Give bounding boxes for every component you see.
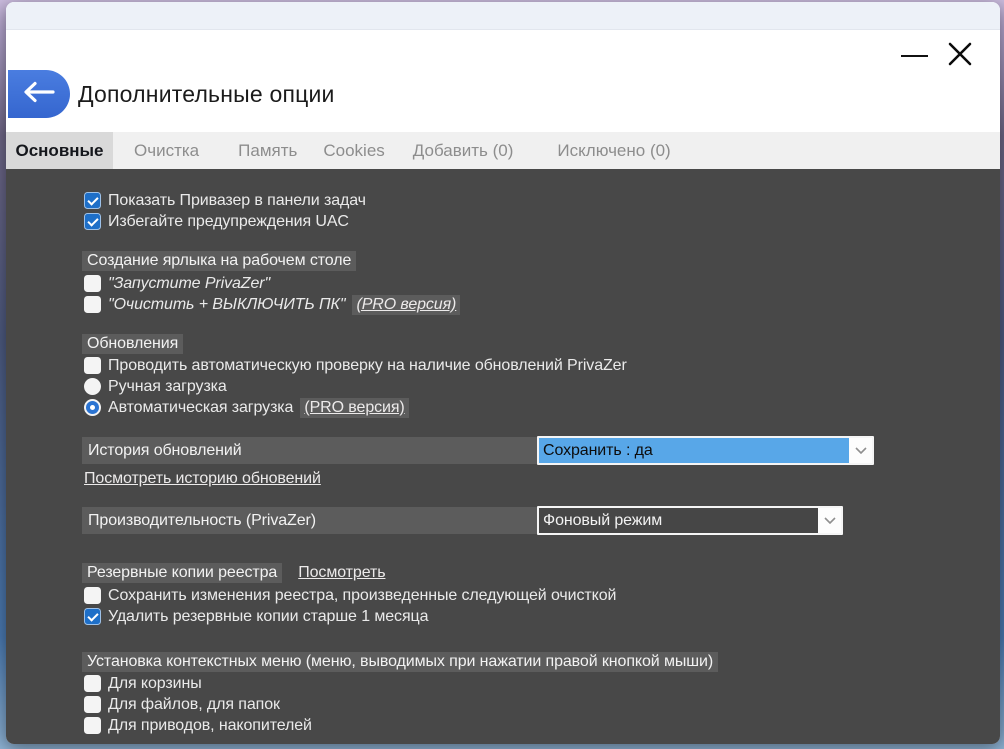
checkbox-checked-icon[interactable]: [84, 213, 101, 230]
radio-unselected-icon[interactable]: [84, 378, 101, 395]
chevron-down-icon[interactable]: [818, 508, 841, 533]
view-update-history-row: Посмотреть историю обновений: [84, 468, 1000, 489]
option-auto-check-updates[interactable]: Проводить автоматическую проверку на нал…: [84, 355, 1000, 376]
checkbox-unchecked-icon[interactable]: [84, 696, 101, 713]
section-title: Обновления: [82, 334, 183, 354]
option-delete-old-backups[interactable]: Удалить резервные копии старше 1 месяца: [84, 606, 1000, 627]
checkbox-unchecked-icon[interactable]: [84, 296, 101, 313]
view-update-history-link[interactable]: Посмотреть историю обновений: [84, 470, 321, 488]
dropdown-selected-value: Сохранить : да: [539, 438, 849, 463]
option-save-registry-changes[interactable]: Сохранить изменения реестра, произведенн…: [84, 585, 1000, 606]
tab-bar: Основные Очистка Память Cookies Добавить…: [6, 132, 1000, 169]
performance-row: Производительность (PrivaZer) Фоновый ре…: [82, 506, 1000, 535]
option-label: Для файлов, для папок: [108, 696, 280, 714]
pro-version-link[interactable]: (PRO версия): [352, 295, 460, 315]
options-panel: Показать Привазер в панели задач Избегай…: [6, 169, 1000, 744]
performance-label: Производительность (PrivaZer): [82, 507, 537, 534]
back-button[interactable]: [8, 70, 70, 118]
option-label: Для корзины: [108, 675, 202, 693]
option-label: "Очистить + ВЫКЛЮЧИТЬ ПК": [108, 296, 345, 314]
section-updates-header: Обновления: [82, 334, 1000, 354]
back-arrow-icon: [20, 79, 58, 110]
radio-selected-icon[interactable]: [84, 399, 101, 416]
close-button[interactable]: [938, 34, 982, 78]
tab-cookies[interactable]: Cookies: [310, 132, 397, 169]
option-label: Удалить резервные копии старше 1 месяца: [108, 608, 428, 626]
header: Дополнительные опции: [6, 30, 1000, 132]
update-history-dropdown[interactable]: Сохранить : да: [537, 436, 874, 465]
option-label: Сохранить изменения реестра, произведенн…: [108, 587, 616, 605]
option-launch-privazer-shortcut[interactable]: "Запустите PrivaZer": [84, 273, 1000, 294]
tab-ochistka[interactable]: Очистка: [121, 132, 212, 169]
checkbox-unchecked-icon[interactable]: [84, 717, 101, 734]
privazer-options-window: Дополнительные опции Основные Очистка Па…: [6, 2, 1000, 744]
checkbox-unchecked-icon[interactable]: [84, 587, 101, 604]
tab-osnovnye[interactable]: Основные: [6, 132, 113, 169]
option-label: Показать Привазер в панели задач: [108, 192, 366, 210]
tab-pamyat[interactable]: Память: [225, 132, 310, 169]
section-title: Установка контекстных меню (меню, выводи…: [82, 652, 718, 672]
update-history-row: История обновлений Сохранить : да: [82, 436, 1000, 465]
option-label: Для приводов, накопителей: [108, 717, 312, 735]
window-titlebar: [6, 2, 1000, 30]
option-context-files-folders[interactable]: Для файлов, для папок: [84, 694, 1000, 715]
radio-manual-download[interactable]: Ручная загрузка: [84, 376, 1000, 397]
option-label: "Запустите PrivaZer": [108, 275, 270, 293]
option-label: Проводить автоматическую проверку на нал…: [108, 357, 627, 375]
checkbox-unchecked-icon[interactable]: [84, 675, 101, 692]
checkbox-checked-icon[interactable]: [84, 608, 101, 625]
pro-version-link[interactable]: (PRO версия): [300, 398, 408, 418]
checkbox-unchecked-icon[interactable]: [84, 275, 101, 292]
section-context-menu-header: Установка контекстных меню (меню, выводи…: [82, 652, 1000, 672]
chevron-down-icon[interactable]: [849, 438, 872, 463]
section-registry-header: Резервные копии реестра Посмотреть: [82, 563, 1000, 583]
option-label: Ручная загрузка: [108, 378, 227, 396]
view-registry-backups-link[interactable]: Посмотреть: [298, 564, 385, 582]
option-label: Избегайте предупреждения UAC: [108, 213, 349, 231]
option-avoid-uac[interactable]: Избегайте предупреждения UAC: [84, 211, 1000, 232]
page-title: Дополнительные опции: [78, 81, 335, 108]
close-icon: [945, 39, 975, 74]
dropdown-selected-value: Фоновый режим: [539, 508, 818, 533]
option-context-drives[interactable]: Для приводов, накопителей: [84, 715, 1000, 736]
tab-dobavit[interactable]: Добавить (0): [400, 132, 527, 169]
section-title: Создание ярлыка на рабочем столе: [82, 251, 356, 271]
tab-isklyucheno[interactable]: Исключено (0): [544, 132, 683, 169]
option-clean-shutdown-shortcut[interactable]: "Очистить + ВЫКЛЮЧИТЬ ПК" (PRO версия): [84, 294, 1000, 315]
update-history-label: История обновлений: [82, 437, 537, 464]
option-show-in-taskbar[interactable]: Показать Привазер в панели задач: [84, 190, 1000, 211]
option-context-recycle-bin[interactable]: Для корзины: [84, 673, 1000, 694]
minimize-icon: [901, 55, 928, 57]
section-shortcut-header: Создание ярлыка на рабочем столе: [82, 251, 1000, 271]
section-title: Резервные копии реестра: [82, 563, 282, 583]
minimize-button[interactable]: [894, 40, 934, 72]
checkbox-checked-icon[interactable]: [84, 192, 101, 209]
option-label: Автоматическая загрузка: [108, 399, 293, 417]
radio-auto-download[interactable]: Автоматическая загрузка (PRO версия): [84, 397, 1000, 418]
performance-dropdown[interactable]: Фоновый режим: [537, 506, 843, 535]
checkbox-unchecked-icon[interactable]: [84, 357, 101, 374]
